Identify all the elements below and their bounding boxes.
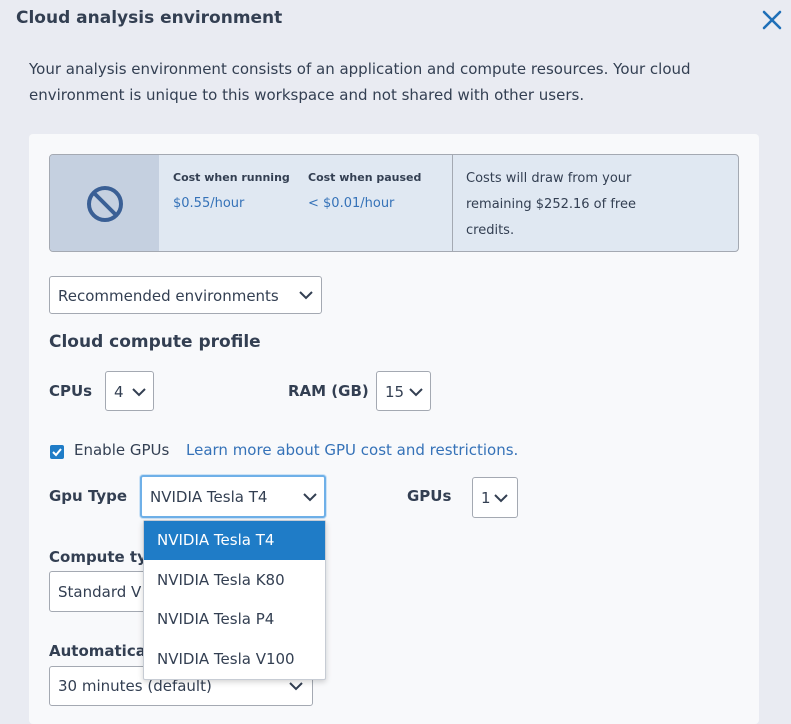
gpu-count-label: GPUs <box>407 487 452 505</box>
chevron-down-icon <box>409 388 423 397</box>
cost-divider <box>452 155 453 251</box>
cost-running-value: $0.55/hour <box>173 196 245 211</box>
cost-paused-label: Cost when paused <box>308 171 422 184</box>
cost-running-label: Cost when running <box>173 171 290 184</box>
ram-select-value: 15 <box>385 383 405 401</box>
gpu-learn-more-link[interactable]: Learn more about GPU cost and restrictio… <box>186 441 518 459</box>
cpus-select[interactable]: 4 <box>105 371 154 411</box>
checkmark-icon <box>52 448 62 457</box>
chevron-down-icon <box>132 388 146 397</box>
gpu-count-select-value: 1 <box>481 489 491 507</box>
intro-text: Your analysis environment consists of an… <box>29 60 691 104</box>
gpu-option[interactable]: NVIDIA Tesla P4 <box>144 600 325 639</box>
panel-title: Cloud analysis environment <box>16 8 283 28</box>
ram-select[interactable]: 15 <box>376 371 431 411</box>
chevron-down-icon <box>299 291 313 300</box>
gpu-type-select-value: NVIDIA Tesla T4 <box>150 488 268 506</box>
cpus-select-value: 4 <box>114 383 124 401</box>
close-button[interactable] <box>758 6 786 34</box>
enable-gpus-checkbox[interactable] <box>50 445 64 459</box>
cost-paused-value: < $0.01/hour <box>308 196 395 211</box>
gpu-type-select[interactable]: NVIDIA Tesla T4 <box>140 475 326 518</box>
gpu-count-select[interactable]: 1 <box>472 477 518 518</box>
gpu-option[interactable]: NVIDIA Tesla T4 <box>144 521 325 560</box>
close-icon[interactable] <box>758 6 786 34</box>
chevron-down-icon <box>289 682 303 691</box>
cost-summary: Cost when running $0.55/hour Cost when p… <box>49 154 739 252</box>
gpu-type-dropdown: NVIDIA Tesla T4 NVIDIA Tesla K80 NVIDIA … <box>143 520 326 680</box>
stopped-status-icon <box>87 186 123 222</box>
gpu-type-label: Gpu Type <box>49 487 128 505</box>
gpu-option[interactable]: NVIDIA Tesla K80 <box>144 561 325 600</box>
chevron-down-icon <box>494 494 508 503</box>
cost-status-area <box>50 155 159 251</box>
environment-select[interactable]: Recommended environments <box>49 276 322 314</box>
compute-type-label: Compute ty <box>49 548 147 566</box>
environment-card: Cost when running $0.55/hour Cost when p… <box>29 134 759 724</box>
cpus-label: CPUs <box>49 382 93 400</box>
ram-label: RAM (GB) <box>288 382 369 400</box>
enable-gpus-label[interactable]: Enable GPUs <box>74 441 169 459</box>
environment-select-value: Recommended environments <box>58 287 279 305</box>
auto-pause-label: Automatica <box>49 642 146 660</box>
gpu-option[interactable]: NVIDIA Tesla V100 <box>144 640 325 679</box>
credits-note: Costs will draw from your remaining $252… <box>466 171 636 238</box>
compute-type-select-value: Standard V <box>58 583 142 601</box>
compute-profile-title: Cloud compute profile <box>49 332 261 352</box>
chevron-down-icon <box>303 493 317 502</box>
